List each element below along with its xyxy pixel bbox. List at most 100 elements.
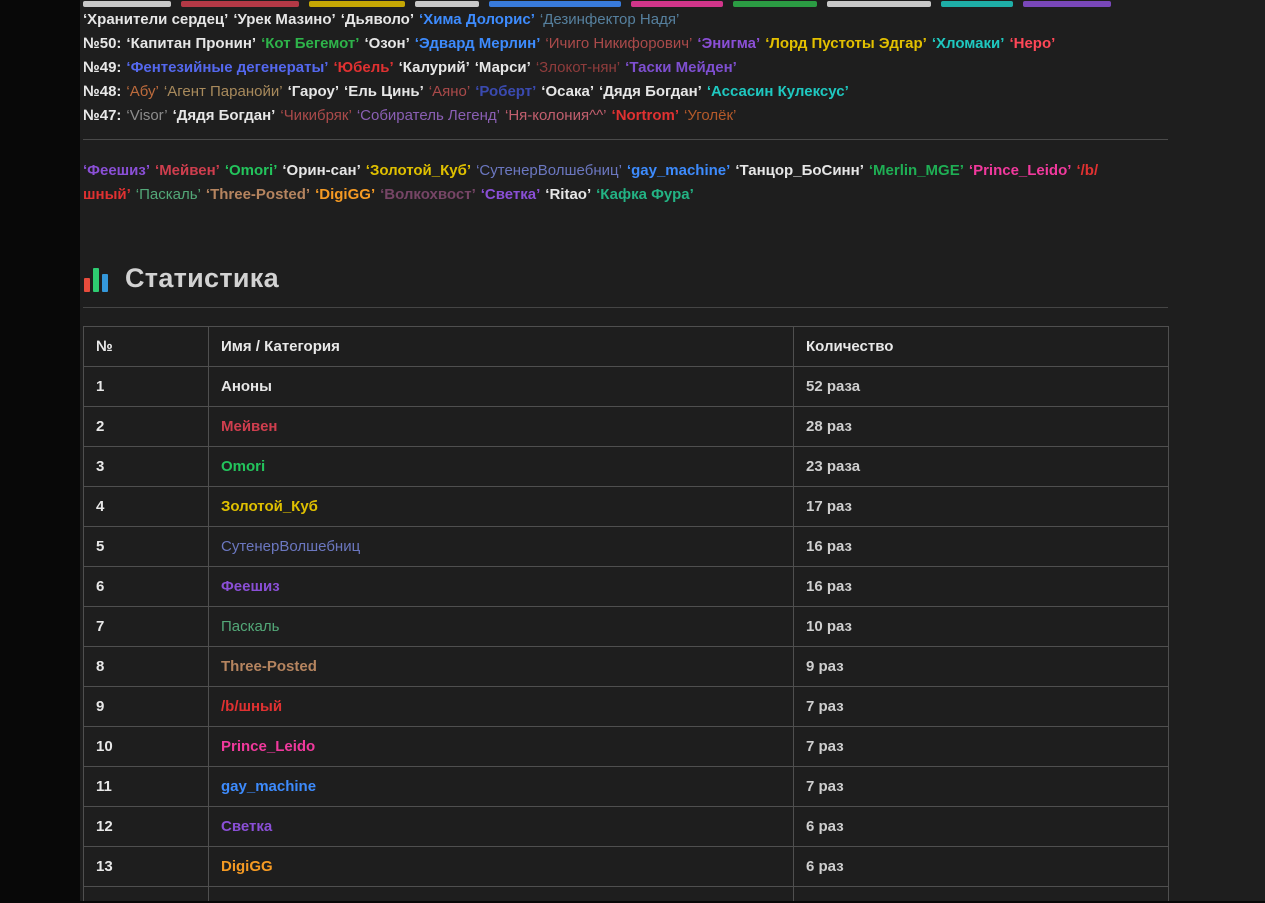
row-name: Omori <box>221 458 266 475</box>
header-number: № <box>83 326 209 367</box>
clipped-text-fragment <box>827 1 931 7</box>
divider <box>83 139 1168 140</box>
member-name: СутенерВолшебниц <box>476 162 622 179</box>
stats-heading: Статистика <box>83 263 1168 308</box>
row-number: 13 <box>83 846 209 887</box>
member-name: Дезинфектор Надя <box>540 11 679 28</box>
member-name: Агент Паранойи <box>164 83 283 100</box>
row-name: DigiGG <box>221 858 273 875</box>
table-row: 8 Three-Posted 9 раз <box>83 646 1169 687</box>
member-name: Светка <box>481 186 541 203</box>
bar-chart-icon-bar <box>102 273 108 292</box>
row-name-cell: gay_machine <box>208 766 794 807</box>
winner-list-line: Хранители сердец Урек Мазино Дьяволо Хима Д… <box>83 8 1168 32</box>
header-count: Количество <box>793 326 1169 367</box>
winner-list-line: №49:Фентезийные дегенераты Юбель Калурий Ма… <box>83 56 1168 80</box>
member-name: Абу <box>126 83 158 100</box>
row-name: /b/шный <box>221 698 283 715</box>
member-name: Prince_Leido <box>969 162 1072 179</box>
row-number: 9 <box>83 686 209 727</box>
table-row: 1 Аноны 52 раза <box>83 366 1169 407</box>
clipped-text-fragment <box>733 1 817 7</box>
member-name: Энигма <box>697 35 760 52</box>
row-count: 6 раз <box>793 846 1169 887</box>
winner-list-line: №47:Visor Дядя БогданЧикибряк Собиратель Л… <box>83 104 1168 128</box>
member-name: Эдвард Мерлин <box>415 35 541 52</box>
member-name: Кафка Фура <box>596 186 694 203</box>
member-name: Ня-колония^^ <box>505 107 607 124</box>
row-number: 11 <box>83 766 209 807</box>
row-name: Аноны <box>221 378 272 395</box>
row-number: 3 <box>83 446 209 487</box>
member-name: Гароу <box>288 83 339 100</box>
member-name: Феешиз <box>83 162 150 179</box>
table-row: 3 Omori 23 раза <box>83 446 1169 487</box>
row-number: 10 <box>83 726 209 767</box>
row-number: 5 <box>83 526 209 567</box>
table-row: 2 Мейвен 28 раз <box>83 406 1169 447</box>
table-row: 4 Золотой_Куб 17 раз <box>83 486 1169 527</box>
member-name: Таски Мейден <box>625 59 737 76</box>
row-name-cell: СутенерВолшебниц <box>208 526 794 567</box>
clipped-text-fragment <box>941 1 1013 7</box>
member-name: Роберт <box>475 83 536 100</box>
member-name: Дьяволо <box>341 11 414 28</box>
row-name-cell: Мейвен <box>208 406 794 447</box>
table-row: 11 gay_machine 7 раз <box>83 766 1169 807</box>
row-name-cell: Светка <box>208 806 794 847</box>
stats-table: № Имя / Категория Количество 1 Аноны 52 ра… <box>83 326 1169 901</box>
bar-chart-icon <box>83 266 111 292</box>
member-name: DigiGG <box>315 186 375 203</box>
content-column: Хранители сердец Урек Мазино Дьяволо Хима Д… <box>80 0 1169 901</box>
row-name: Three-Posted <box>221 658 317 675</box>
row-number: 6 <box>83 566 209 607</box>
row-count: 16 раз <box>793 526 1169 567</box>
row-number: 1 <box>83 366 209 407</box>
clipped-text-fragment <box>181 1 299 7</box>
header-name-category: Имя / Категория <box>208 326 794 367</box>
member-name: Озон <box>364 35 409 52</box>
table-row: 7 Паскаль 10 раз <box>83 606 1169 647</box>
winner-list-line: №50:Капитан Пронин Кот Бегемот Озон Эдвард … <box>83 32 1168 56</box>
row-number: 8 <box>83 646 209 687</box>
table-row: 10 Prince_Leido 7 раз <box>83 726 1169 767</box>
row-number: 2 <box>83 406 209 447</box>
member-name: Фентезийные дегенераты <box>126 59 328 76</box>
row-name-cell: Prince_Leido <box>208 726 794 767</box>
table-row-clipped <box>83 886 1169 901</box>
row-name: Светка <box>221 818 273 835</box>
row-name: Золотой_Куб <box>221 498 318 515</box>
member-name: Ичиго Никифорович <box>545 35 692 52</box>
row-number: 7 <box>83 606 209 647</box>
member-name: Паскаль <box>136 186 201 203</box>
row-count: 10 раз <box>793 606 1169 647</box>
clipped-text-fragment <box>1023 1 1111 7</box>
row-count: 17 раз <box>793 486 1169 527</box>
member-name: Дядя Богдан <box>173 107 276 124</box>
clipped-cell <box>83 886 209 901</box>
row-name-cell: /b/шный <box>208 686 794 727</box>
table-row: 9/b/шный 7 раз <box>83 686 1169 727</box>
list-number-label: №48: <box>83 83 122 100</box>
row-name-cell: Three-Posted <box>208 646 794 687</box>
member-name: Собиратель Легенд <box>357 107 500 124</box>
row-name: Феешиз <box>221 578 280 595</box>
mentions-paragraph: Феешиз Мейвен OmoriОрин-сан Золотой_Куб Суте… <box>83 159 1168 207</box>
clipped-cell <box>793 886 1169 901</box>
member-name: Ritao <box>545 186 591 203</box>
member-name: Неро <box>1009 35 1055 52</box>
member-name: Кот Бегемот <box>261 35 359 52</box>
member-name: Марси <box>475 59 531 76</box>
table-row: 13 DigiGG 6 раз <box>83 846 1169 887</box>
bar-chart-icon-bar <box>93 267 99 292</box>
winners-lists: Хранители сердец Урек Мазино Дьяволо Хима Д… <box>83 8 1168 128</box>
member-name: Merlin_MGE <box>869 162 964 179</box>
table-row: 5 СутенерВолшебниц 16 раз <box>83 526 1169 567</box>
row-count: 9 раз <box>793 646 1169 687</box>
member-name: Капитан Пронин <box>126 35 256 52</box>
row-count: 52 раза <box>793 366 1169 407</box>
member-name: Three-Posted <box>206 186 310 203</box>
member-name: Волкохвост <box>380 186 476 203</box>
row-number: 4 <box>83 486 209 527</box>
clipped-text-fragment <box>309 1 405 7</box>
